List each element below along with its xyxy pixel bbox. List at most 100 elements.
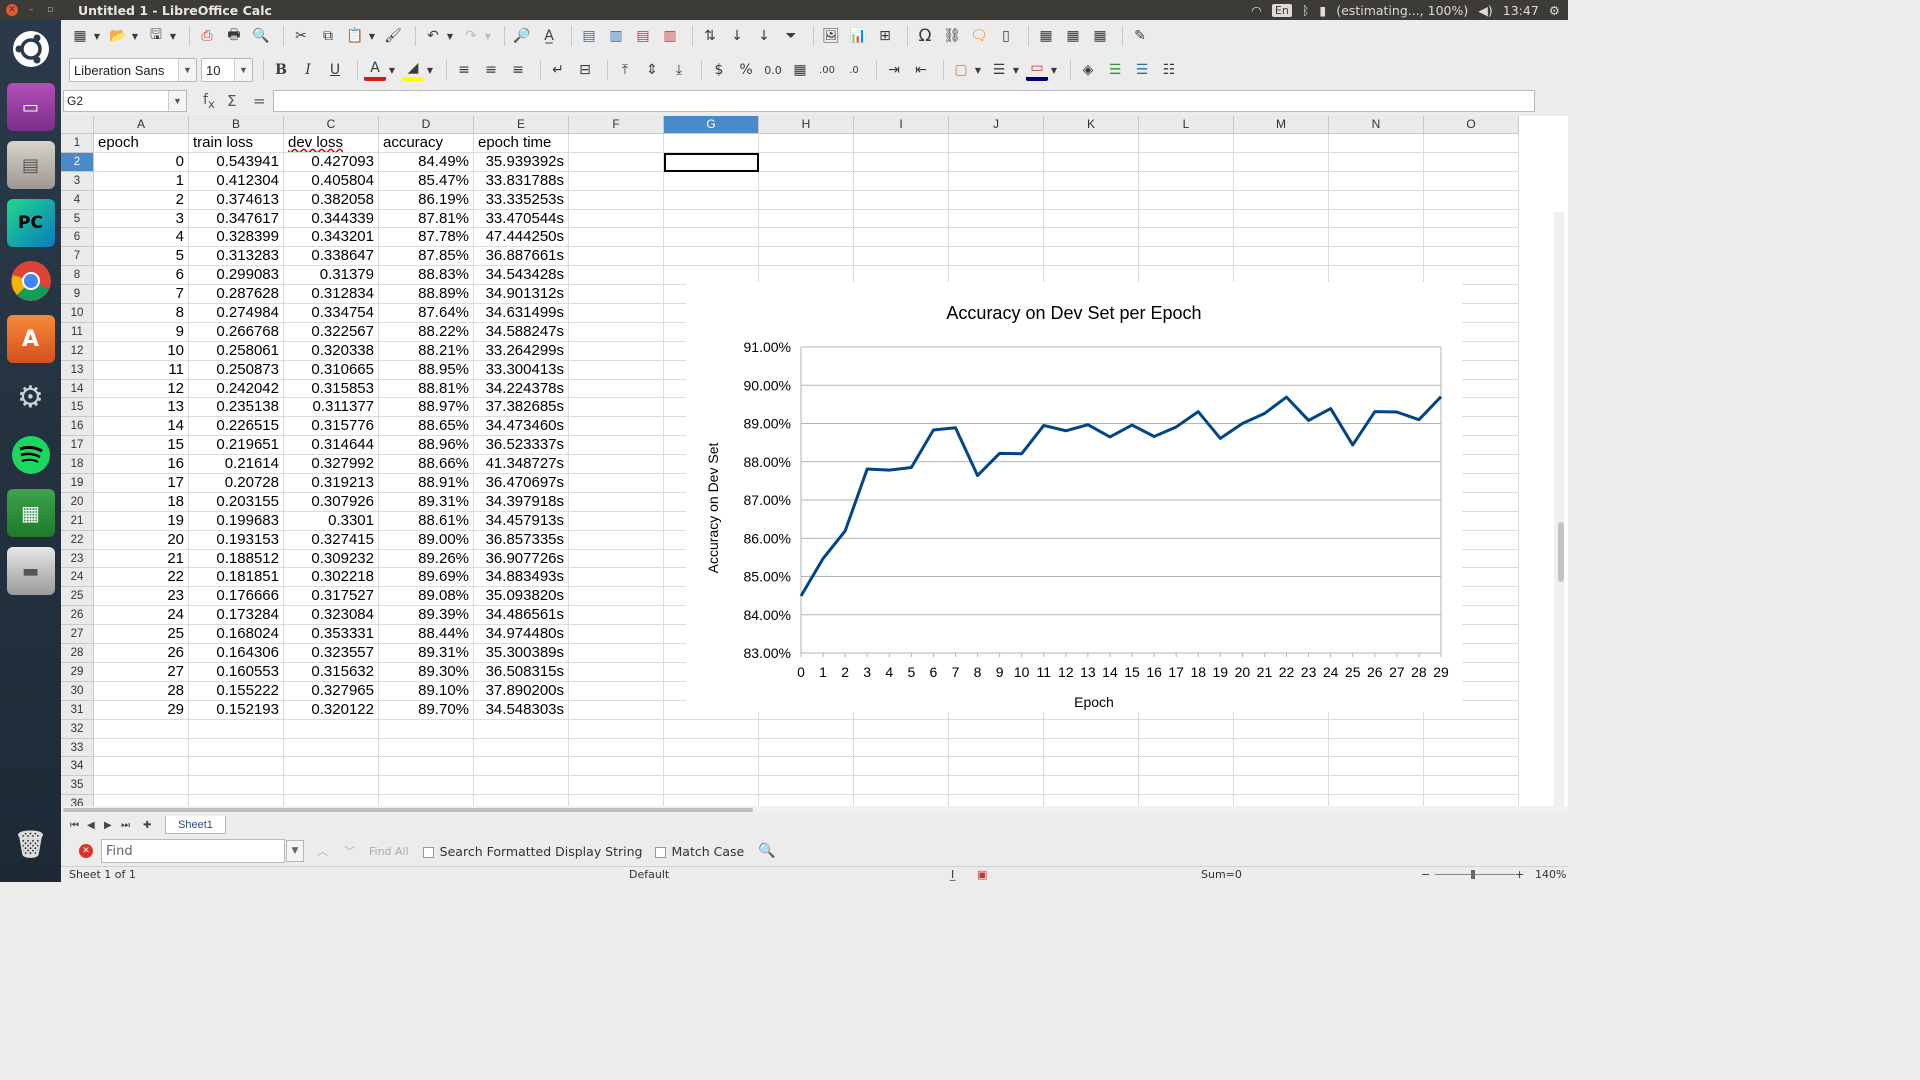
cell[interactable]: 36.907726s (474, 549, 569, 569)
cell[interactable]: 34.548303s (474, 700, 569, 720)
column-header[interactable]: M (1234, 116, 1329, 134)
select-all-corner[interactable] (61, 116, 94, 134)
cell[interactable] (759, 209, 854, 229)
row-header[interactable]: 35 (61, 776, 94, 796)
cell[interactable] (664, 171, 759, 191)
cell[interactable] (379, 738, 474, 758)
column-header[interactable]: N (1329, 116, 1424, 134)
cell[interactable]: 21 (94, 549, 189, 569)
clock[interactable]: 13:47 (1503, 3, 1539, 18)
cell[interactable]: 6 (94, 266, 189, 286)
cell[interactable]: 84.49% (379, 152, 474, 172)
formula-icon[interactable]: = (253, 92, 271, 110)
cell[interactable] (759, 795, 854, 806)
cell[interactable]: 34.588247s (474, 322, 569, 342)
cell[interactable] (759, 247, 854, 267)
chrome-icon[interactable] (7, 257, 55, 305)
cell[interactable] (1424, 134, 1519, 153)
column-header[interactable]: K (1044, 116, 1139, 134)
find-replace-dialog-icon[interactable]: 🔍 (758, 843, 775, 859)
cell[interactable]: 2 (94, 190, 189, 210)
cell[interactable]: 88.21% (379, 341, 474, 361)
cell[interactable]: 0.274984 (189, 304, 284, 323)
cell[interactable] (1424, 209, 1519, 229)
cell[interactable]: 87.64% (379, 304, 474, 323)
cell[interactable]: 33.264299s (474, 341, 569, 361)
border-color-icon[interactable]: ▭ (1026, 59, 1048, 81)
row-header[interactable]: 34 (61, 757, 94, 777)
cell[interactable] (854, 776, 949, 796)
row-header[interactable]: 22 (61, 530, 94, 550)
cell[interactable] (569, 152, 664, 172)
cell[interactable] (379, 795, 474, 806)
checkbox-box[interactable] (422, 846, 434, 858)
cell[interactable] (854, 134, 949, 153)
cell[interactable] (569, 511, 664, 531)
cell[interactable]: 0.327965 (284, 681, 379, 701)
paste-dropdown-icon[interactable]: ▼ (367, 25, 377, 47)
horizontal-scrollbar[interactable] (61, 806, 1568, 814)
freeze-rows-columns-icon[interactable]: ▦ (1062, 25, 1084, 47)
cell[interactable] (664, 228, 759, 248)
cell[interactable] (189, 738, 284, 758)
cell[interactable] (1234, 134, 1329, 153)
cell[interactable]: 0.235138 (189, 398, 284, 418)
cell[interactable]: 35.093820s (474, 587, 569, 607)
borders-icon[interactable]: ▢ (950, 59, 972, 81)
color-scale-icon[interactable]: ☰ (1104, 59, 1126, 81)
cell[interactable] (759, 171, 854, 191)
cell[interactable] (759, 776, 854, 796)
cell[interactable] (94, 776, 189, 796)
libreoffice-calc-icon[interactable]: ▦ (6, 489, 55, 537)
cell[interactable] (1044, 795, 1139, 806)
row-header[interactable]: 19 (61, 474, 94, 493)
cell[interactable]: 88.61% (379, 511, 474, 531)
cell[interactable] (949, 134, 1044, 153)
cell[interactable] (1234, 776, 1329, 796)
cell[interactable] (569, 492, 664, 512)
cell[interactable]: 29 (94, 700, 189, 720)
row-header[interactable]: 28 (61, 644, 94, 663)
sort-descending-icon[interactable]: ↓ (753, 25, 775, 47)
add-sheet-icon[interactable]: ✚ (143, 820, 151, 831)
cell[interactable]: 0.320122 (284, 700, 379, 720)
find-next-icon[interactable]: ﹀ (344, 843, 355, 859)
cell[interactable] (1044, 134, 1139, 153)
column-header[interactable]: A (94, 116, 189, 134)
row-header[interactable]: 24 (61, 568, 94, 588)
cell[interactable] (759, 757, 854, 777)
row-header[interactable]: 18 (61, 455, 94, 475)
cell[interactable]: 0.307926 (284, 492, 379, 512)
cell[interactable] (759, 152, 854, 172)
cell[interactable]: 0.258061 (189, 341, 284, 361)
sheet-tab[interactable]: Sheet1 (165, 816, 226, 834)
cell[interactable] (854, 228, 949, 248)
cell[interactable]: 25 (94, 625, 189, 645)
cell[interactable] (1044, 776, 1139, 796)
cell[interactable] (1329, 134, 1424, 153)
align-top-icon[interactable]: ⤒ (614, 59, 636, 81)
cell[interactable] (569, 304, 664, 323)
column-header[interactable]: G (664, 116, 759, 134)
cell[interactable] (1424, 171, 1519, 191)
cell[interactable] (1044, 190, 1139, 210)
cell[interactable] (1234, 209, 1329, 229)
cell[interactable] (1329, 795, 1424, 806)
autofilter-icon[interactable]: ⏷ (780, 25, 802, 47)
row-header[interactable]: 3 (61, 171, 94, 191)
column-header[interactable]: I (854, 116, 949, 134)
open-folder-icon[interactable]: 📂 (107, 25, 129, 47)
cell[interactable] (569, 455, 664, 475)
cell[interactable] (1044, 719, 1139, 739)
insert-chart-icon[interactable]: 📊 (847, 25, 869, 47)
cell[interactable]: 0.313283 (189, 247, 284, 267)
row-header[interactable]: 17 (61, 436, 94, 456)
cell[interactable]: 88.91% (379, 474, 474, 493)
export-pdf-icon[interactable]: ⎙ (196, 25, 218, 47)
function-wizard-icon[interactable]: fx (203, 92, 227, 111)
scroll-thumb[interactable] (1558, 522, 1564, 582)
cell[interactable] (569, 190, 664, 210)
cell[interactable]: 88.22% (379, 322, 474, 342)
cell[interactable]: 0.266768 (189, 322, 284, 342)
cell[interactable]: 0.427093 (284, 152, 379, 172)
